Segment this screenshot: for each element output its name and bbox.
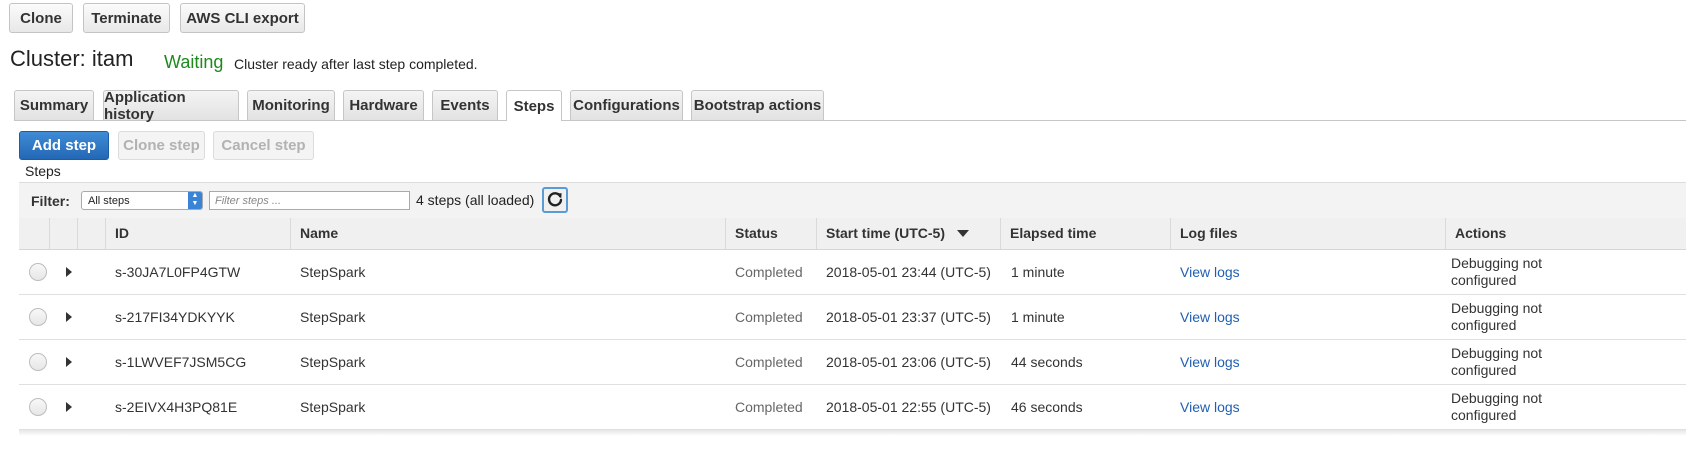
step-elapsed-time: 1 minute [1011,309,1065,325]
tab-summary[interactable]: Summary [14,90,94,120]
tab-steps[interactable]: Steps [506,90,562,121]
row-select-radio[interactable] [29,308,47,326]
step-start-time: 2018-05-01 22:55 (UTC-5) [826,399,991,415]
expand-arrow-icon[interactable] [66,357,72,367]
row-select-radio[interactable] [29,263,47,281]
step-elapsed-time: 1 minute [1011,264,1065,280]
column-header-elapsed-time[interactable]: Elapsed time [1000,218,1096,249]
step-filter-select[interactable]: All steps ▲ ▼ [81,191,203,210]
step-id: s-2EIVX4H3PQ81E [115,399,238,415]
tab-hardware[interactable]: Hardware [343,90,424,120]
row-select-radio[interactable] [29,398,47,416]
cancel-step-button[interactable]: Cancel step [213,131,314,160]
step-id: s-217FI34YDKYYK [115,309,235,325]
tab-monitoring[interactable]: Monitoring [247,90,335,120]
row-select-radio[interactable] [29,353,47,371]
step-name: StepSpark [300,399,366,415]
filter-select-value: All steps [88,195,130,207]
column-header-id[interactable]: ID [105,218,129,249]
step-status: Completed [735,354,803,370]
view-logs-link[interactable]: View logs [1180,264,1240,280]
terminate-button[interactable]: Terminate [83,3,170,33]
column-header-start-time[interactable]: Start time (UTC-5) [816,218,969,249]
clone-button[interactable]: Clone [9,3,73,33]
table-row[interactable]: s-30JA7L0FP4GTW StepSpark Completed 2018… [19,250,1686,295]
expand-arrow-icon[interactable] [66,267,72,277]
filter-label: Filter: [31,193,70,209]
view-logs-link[interactable]: View logs [1180,399,1240,415]
steps-count: 4 steps (all loaded) [416,192,535,208]
cluster-status-message: Cluster ready after last step completed. [234,56,478,72]
step-elapsed-time: 46 seconds [1011,399,1083,415]
tab-configurations[interactable]: Configurations [570,90,683,120]
step-start-time: 2018-05-01 23:06 (UTC-5) [826,354,991,370]
step-name: StepSpark [300,264,366,280]
add-step-button[interactable]: Add step [19,131,109,160]
tab-bootstrap-actions[interactable]: Bootstrap actions [691,90,824,120]
sort-descending-icon [956,230,969,237]
step-actions-text: Debugging not configured [1451,345,1543,378]
step-id: s-1LWVEF7JSM5CG [115,354,247,370]
step-status: Completed [735,399,803,415]
expand-arrow-icon[interactable] [66,312,72,322]
refresh-icon [547,192,563,207]
expand-arrow-icon[interactable] [66,402,72,412]
view-logs-link[interactable]: View logs [1180,309,1240,325]
step-actions-text: Debugging not configured [1451,390,1543,423]
table-bottom-shadow [19,430,1686,436]
refresh-button[interactable] [542,187,568,213]
view-logs-link[interactable]: View logs [1180,354,1240,370]
select-arrows-icon: ▲ ▼ [188,192,202,209]
step-start-time: 2018-05-01 23:37 (UTC-5) [826,309,991,325]
column-header-log-files[interactable]: Log files [1170,218,1238,249]
step-status: Completed [735,309,803,325]
step-id: s-30JA7L0FP4GTW [115,264,241,280]
column-header-actions[interactable]: Actions [1445,218,1506,249]
table-row[interactable]: s-217FI34YDKYYK StepSpark Completed 2018… [19,295,1686,340]
step-status: Completed [735,264,803,280]
steps-section-label: Steps [25,163,61,179]
step-actions-text: Debugging not configured [1451,255,1543,288]
table-row[interactable]: s-1LWVEF7JSM5CG StepSpark Completed 2018… [19,340,1686,385]
filter-steps-input[interactable] [209,191,410,210]
column-header-start-time-label: Start time (UTC-5) [826,225,946,241]
filter-bar: Filter: All steps ▲▼ 4 steps (all loaded… [19,182,1686,219]
tab-bar: Summary Application history Monitoring H… [14,89,1686,123]
tab-application-history[interactable]: Application history [103,89,239,123]
cluster-title: Cluster: itam [10,46,134,71]
tab-events[interactable]: Events [432,90,498,120]
step-elapsed-time: 44 seconds [1011,354,1083,370]
column-header-status[interactable]: Status [725,218,778,249]
table-header: ID Name Status Start time (UTC-5) Elapse… [19,218,1686,250]
cluster-state: Waiting [164,52,224,72]
step-actions-text: Debugging not configured [1451,300,1543,333]
step-start-time: 2018-05-01 23:44 (UTC-5) [826,264,991,280]
step-name: StepSpark [300,354,366,370]
table-row[interactable]: s-2EIVX4H3PQ81E StepSpark Completed 2018… [19,385,1686,430]
column-header-name[interactable]: Name [290,218,338,249]
clone-step-button[interactable]: Clone step [118,131,205,160]
aws-cli-export-button[interactable]: AWS CLI export [180,3,305,33]
step-name: StepSpark [300,309,366,325]
